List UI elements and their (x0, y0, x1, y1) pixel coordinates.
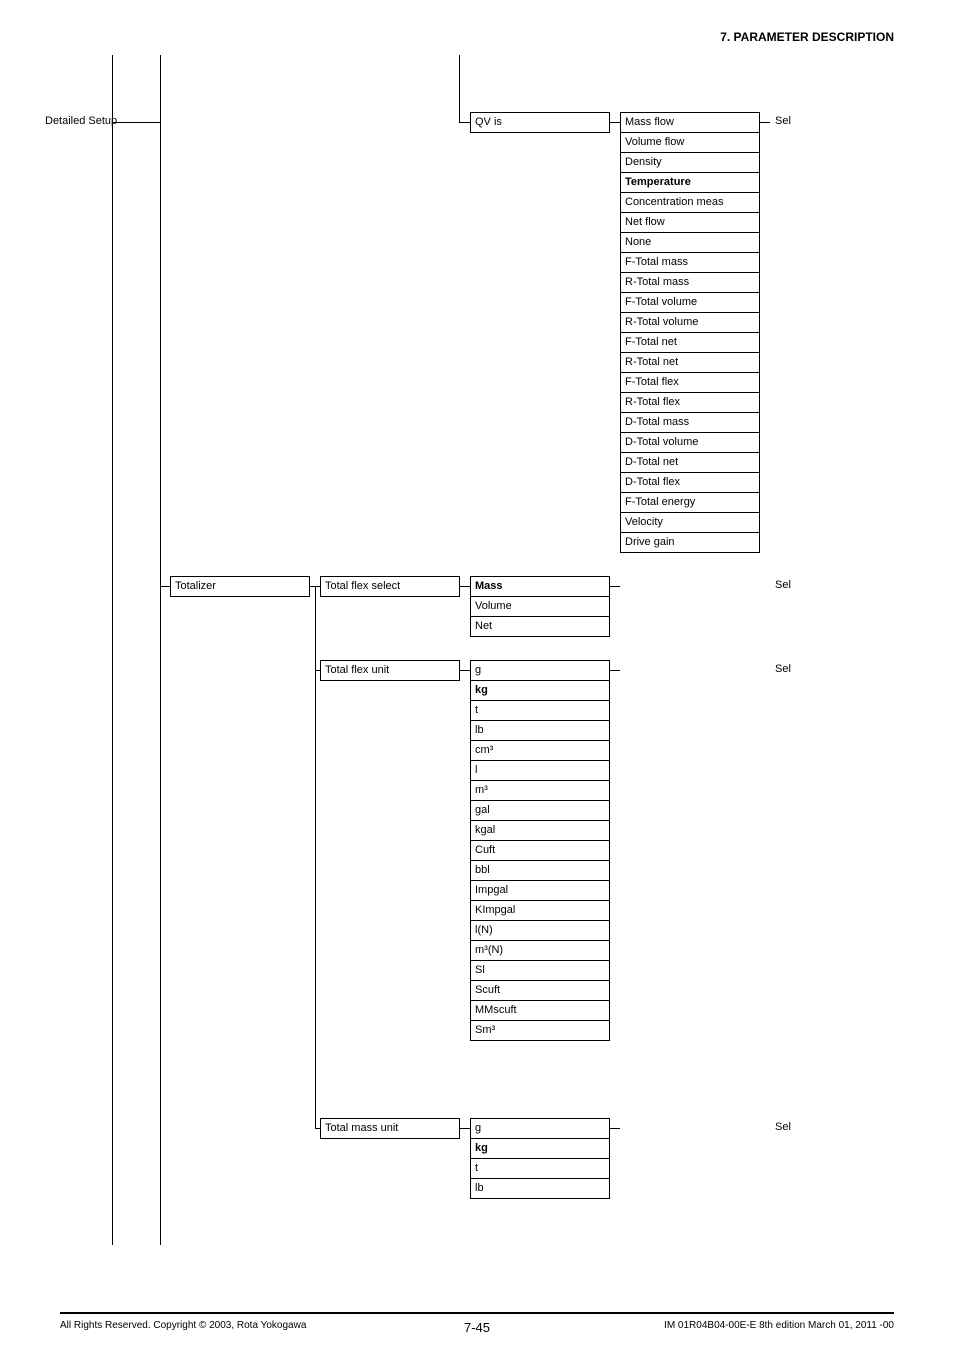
option-box: D-Total net (620, 453, 760, 473)
option-box: gal (470, 801, 610, 821)
option-box: Net (470, 617, 610, 637)
option-box: kg (470, 1139, 610, 1159)
tree-line (460, 670, 470, 671)
tree-line (459, 55, 460, 122)
option-box: D-Total volume (620, 433, 760, 453)
flex-select-options: MassVolumeNet (470, 576, 610, 637)
page-footer: All Rights Reserved. Copyright © 2003, R… (60, 1312, 894, 1320)
option-box: F-Total net (620, 333, 760, 353)
mass-unit-options: gkgtlb (470, 1118, 610, 1199)
tree-line (610, 1128, 620, 1129)
option-box: Volume flow (620, 133, 760, 153)
option-box: Impgal (470, 881, 610, 901)
option-box: Net flow (620, 213, 760, 233)
param-box: Total flex unit (320, 660, 460, 681)
param-box: Total mass unit (320, 1118, 460, 1139)
option-box: R-Total net (620, 353, 760, 373)
totalizer-box: Totalizer (170, 576, 310, 597)
option-box: lb (470, 721, 610, 741)
option-box: Scuft (470, 981, 610, 1001)
tree-line (112, 122, 160, 123)
option-box: lb (470, 1179, 610, 1199)
option-box: Temperature (620, 173, 760, 193)
tree-line (315, 586, 316, 1128)
tree-line (112, 55, 113, 1245)
sel-label: Sel (775, 1121, 791, 1133)
total-mass-unit-box: Total mass unit (320, 1118, 460, 1139)
option-box: Concentration meas (620, 193, 760, 213)
total-flex-unit-box: Total flex unit (320, 660, 460, 681)
option-box: Sl (470, 961, 610, 981)
option-box: Cuft (470, 841, 610, 861)
tree-line (460, 586, 470, 587)
option-box: l(N) (470, 921, 610, 941)
option-box: t (470, 1159, 610, 1179)
total-flex-select-box: Total flex select (320, 576, 460, 597)
param-box: Totalizer (170, 576, 310, 597)
option-box: l (470, 761, 610, 781)
option-box: m³(N) (470, 941, 610, 961)
option-box: kg (470, 681, 610, 701)
tree-line (160, 55, 161, 1245)
option-box: None (620, 233, 760, 253)
tree-line (610, 122, 620, 123)
option-box: F-Total volume (620, 293, 760, 313)
option-box: KImpgal (470, 901, 610, 921)
option-box: R-Total volume (620, 313, 760, 333)
option-box: Velocity (620, 513, 760, 533)
option-box: Density (620, 153, 760, 173)
option-box: R-Total mass (620, 273, 760, 293)
option-box: bbl (470, 861, 610, 881)
option-box: kgal (470, 821, 610, 841)
root-label: Detailed Setup (45, 115, 117, 127)
option-box: Sm³ (470, 1021, 610, 1041)
option-box: cm³ (470, 741, 610, 761)
sel-label: Sel (775, 663, 791, 675)
tree-line (160, 586, 170, 587)
flex-unit-options: gkgtlbcm³lm³galkgalCuftbblImpgalKImpgall… (470, 660, 610, 1041)
option-box: g (470, 1118, 610, 1139)
tree-line (610, 670, 620, 671)
footer-doc-id: IM 01R04B04-00E-E 8th edition March 01, … (664, 1320, 894, 1331)
option-box: F-Total flex (620, 373, 760, 393)
section-header: 7. PARAMETER DESCRIPTION (720, 30, 894, 44)
qv-is-box: QV is (470, 112, 610, 133)
option-box: g (470, 660, 610, 681)
option-box: D-Total flex (620, 473, 760, 493)
option-box: D-Total mass (620, 413, 760, 433)
sel-label: Sel (775, 579, 791, 591)
qv-is-options: Mass flowVolume flowDensityTemperatureCo… (620, 112, 760, 553)
param-box: QV is (470, 112, 610, 133)
option-box: R-Total flex (620, 393, 760, 413)
option-box: MMscuft (470, 1001, 610, 1021)
option-box: Mass flow (620, 112, 760, 133)
option-box: t (470, 701, 610, 721)
option-box: Drive gain (620, 533, 760, 553)
option-box: Mass (470, 576, 610, 597)
option-box: Volume (470, 597, 610, 617)
tree-line (460, 1128, 470, 1129)
tree-line (459, 122, 470, 123)
param-box: Total flex select (320, 576, 460, 597)
tree-line (610, 586, 620, 587)
option-box: F-Total mass (620, 253, 760, 273)
tree-line (760, 122, 770, 123)
option-box: m³ (470, 781, 610, 801)
option-box: F-Total energy (620, 493, 760, 513)
sel-label: Sel (775, 115, 791, 127)
